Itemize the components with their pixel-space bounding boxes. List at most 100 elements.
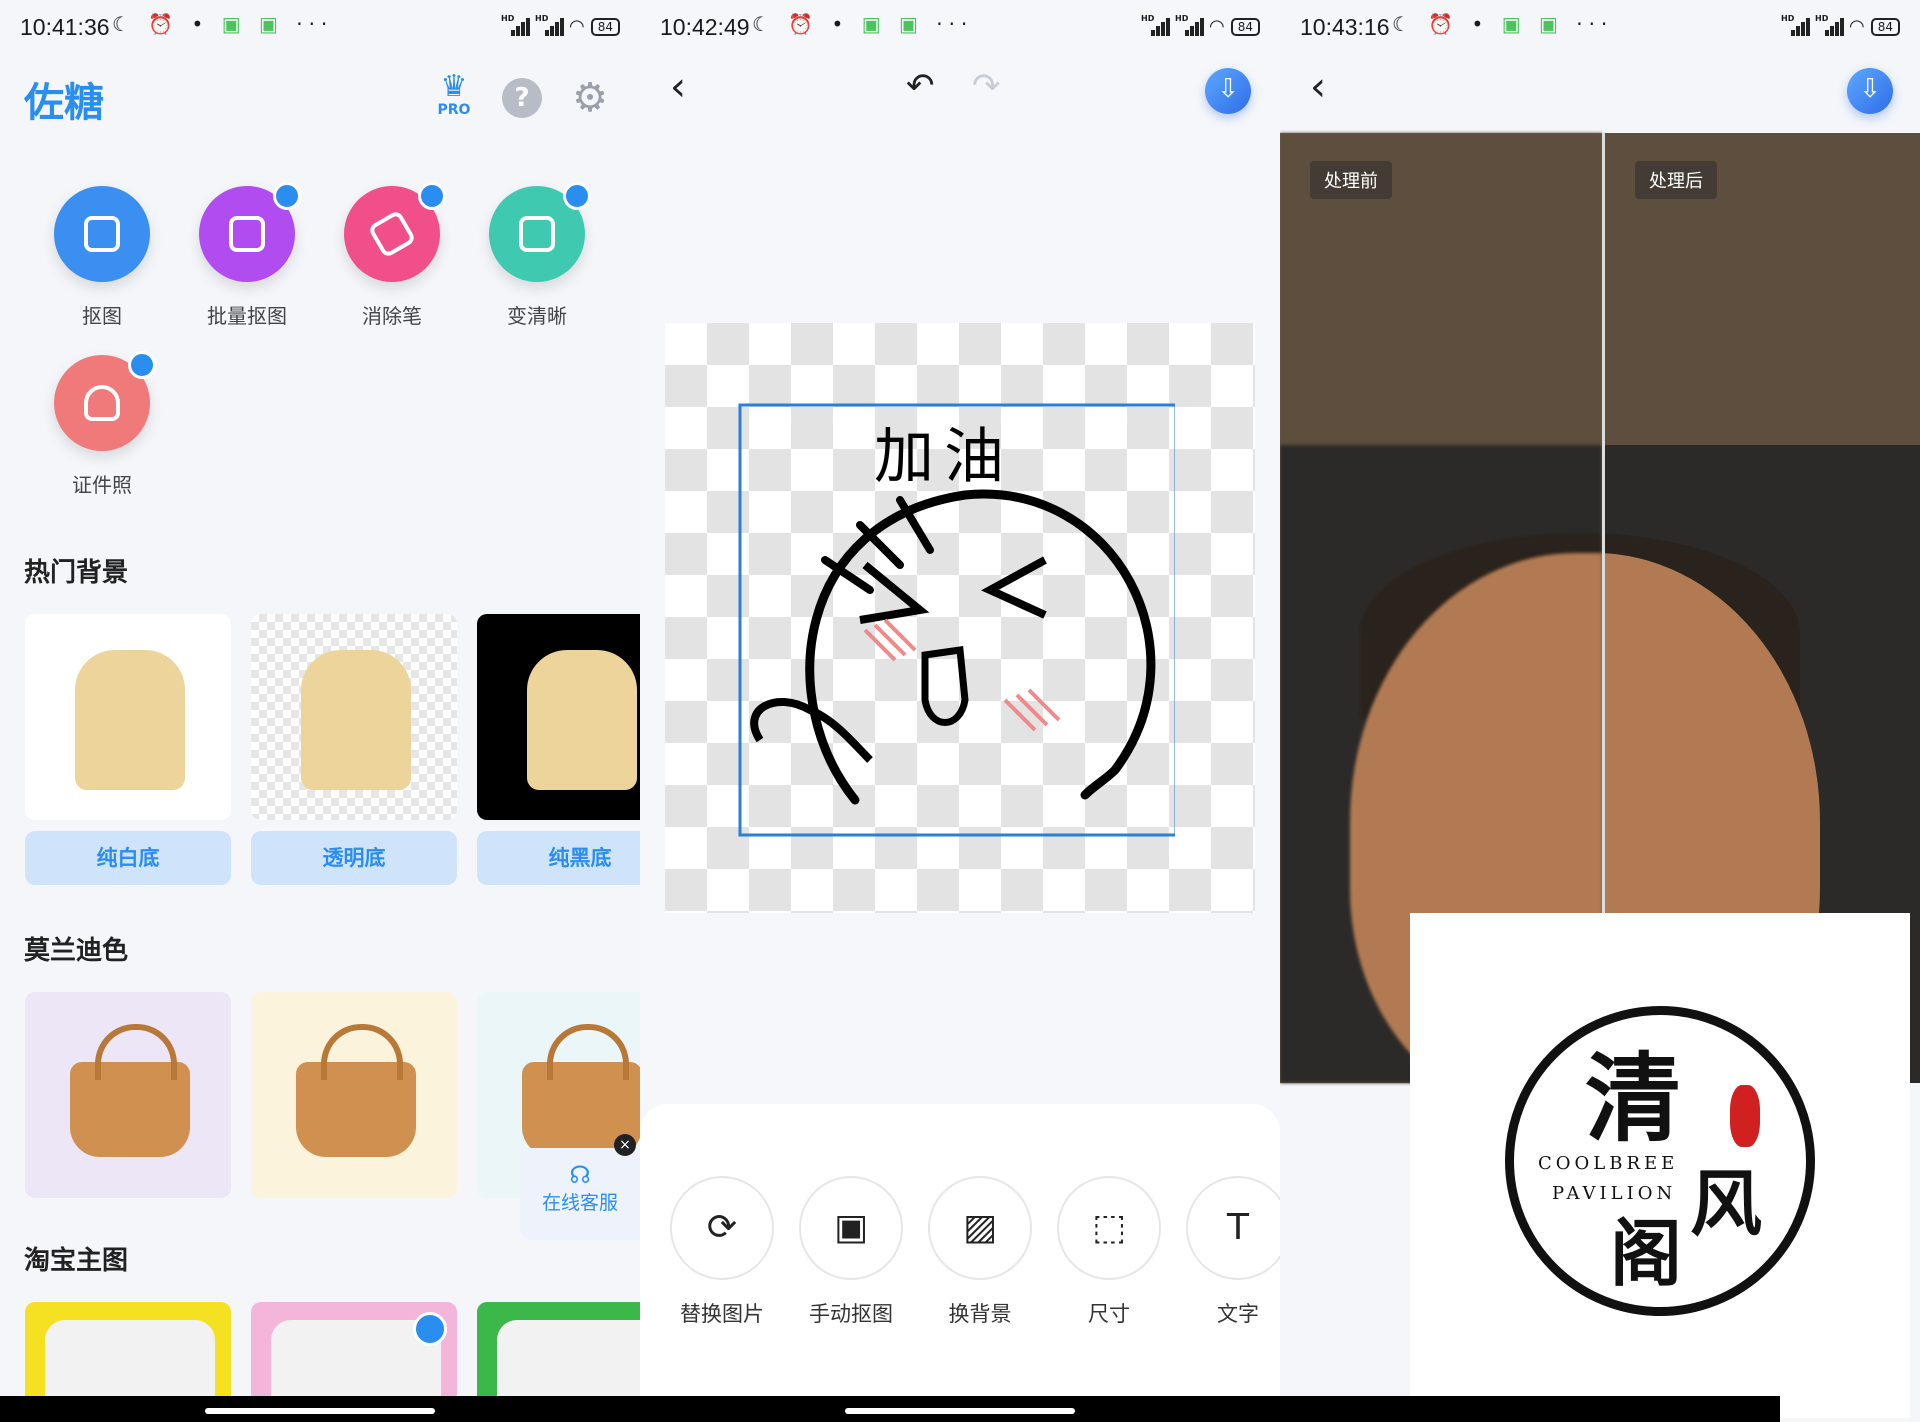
- watermark-char: 风: [1690, 1161, 1763, 1246]
- enhance-icon: [489, 182, 591, 282]
- home-indicator: [1280, 1396, 1780, 1422]
- headset-icon: ☊: [569, 1161, 591, 1189]
- customer-service-button[interactable]: × ☊ 在线客服: [520, 1134, 640, 1240]
- crop-icon: ⬚: [1057, 1176, 1161, 1280]
- crown-badge-icon: [563, 182, 591, 210]
- tool-batch-cutout[interactable]: 批量抠图: [177, 182, 317, 329]
- crown-badge-icon: [413, 1312, 447, 1346]
- hoodie-image: [527, 650, 637, 790]
- text-icon: T: [1186, 1176, 1280, 1280]
- status-bar: 10:43:16 ☾ ⏰ • ▣ ▣ ··· HD HD ◠ 84: [1280, 0, 1920, 56]
- download-icon[interactable]: [1205, 68, 1251, 114]
- close-icon[interactable]: ×: [614, 1134, 636, 1156]
- basket-image: [296, 1024, 416, 1157]
- status-bar: 10:41:36 ☾ ⏰ • ▣ ▣ ··· HD HD ◠ 84: [0, 0, 640, 56]
- bg-card-transparent[interactable]: [251, 614, 457, 820]
- back-chevron-icon[interactable]: ‹: [670, 64, 686, 110]
- bg-option-transparent[interactable]: 透明底: [251, 831, 457, 885]
- compare-screen: 10:43:16 ☾ ⏰ • ▣ ▣ ··· HD HD ◠ 84 ‹ 处理前 …: [1280, 0, 1920, 1422]
- download-icon[interactable]: [1847, 68, 1893, 114]
- back-chevron-icon[interactable]: ‹: [1310, 64, 1326, 110]
- section-morandi: 莫兰迪色: [24, 936, 129, 966]
- pattern-icon: ▨: [928, 1176, 1032, 1280]
- wifi-icon: ◠: [569, 16, 585, 37]
- status-time: 10:42:49: [660, 14, 750, 40]
- tool-manual-cutout[interactable]: ▣ 手动抠图: [799, 1176, 903, 1328]
- signal-icon: HD: [535, 14, 564, 36]
- section-hot-backgrounds: 热门背景: [24, 558, 129, 588]
- redo-icon[interactable]: ↷: [972, 66, 1001, 106]
- watermark-en-1: COOLBREE: [1538, 1153, 1679, 1174]
- morandi-card[interactable]: [251, 992, 457, 1198]
- tool-cutout[interactable]: 抠图: [32, 186, 172, 329]
- status-bar: 10:42:49 ☾ ⏰ • ▣ ▣ ··· HD HD ◠ 84: [640, 0, 1280, 56]
- red-seal: [1730, 1085, 1760, 1147]
- tool-label: 换背景: [948, 1302, 1012, 1326]
- crown-badge-icon: [273, 182, 301, 210]
- status-right: HD HD ◠ 84: [1141, 14, 1260, 37]
- home-indicator: [0, 1396, 640, 1422]
- batch-cutout-icon: [199, 182, 301, 282]
- section-taobao: 淘宝主图: [24, 1246, 129, 1276]
- customer-service-label: 在线客服: [541, 1192, 618, 1214]
- wifi-icon: ◠: [1849, 16, 1865, 37]
- bg-option-black[interactable]: 纯黑底: [477, 831, 640, 885]
- undo-icon[interactable]: ↶: [906, 66, 935, 106]
- signal-icon: HD: [1781, 14, 1810, 36]
- crown-icon: ♛: [440, 69, 468, 104]
- editor-screen: 10:42:49 ☾ ⏰ • ▣ ▣ ··· HD HD ◠ 84 ‹ ↶ ↷ …: [640, 0, 1280, 1422]
- basket-image: [70, 1024, 190, 1157]
- home-screen: 10:41:36 ☾ ⏰ • ▣ ▣ ··· HD HD ◠ 84 佐糖 ♛ P…: [0, 0, 640, 1422]
- tool-size[interactable]: ⬚ 尺寸: [1057, 1176, 1161, 1328]
- tool-enhance[interactable]: 变清晰: [467, 182, 607, 329]
- cutout-icon: [54, 186, 150, 282]
- tool-id-photo[interactable]: 证件照: [32, 351, 172, 498]
- home-indicator: [640, 1396, 1280, 1422]
- signal-icon: HD: [1175, 14, 1204, 36]
- tool-text[interactable]: T 文字: [1186, 1176, 1280, 1328]
- signal-icon: HD: [501, 14, 530, 36]
- pro-label: PRO: [437, 102, 471, 118]
- after-label: 处理后: [1635, 161, 1717, 199]
- tool-label: 文字: [1217, 1302, 1259, 1326]
- tool-label: 尺寸: [1088, 1302, 1130, 1326]
- refresh-icon: ⟳: [670, 1176, 774, 1280]
- watermark-logo: 清 COOLBREE 风 PAVILION 阁: [1410, 913, 1910, 1418]
- pro-button[interactable]: ♛ PRO: [430, 72, 478, 120]
- tool-label: 消除笔: [362, 304, 422, 328]
- id-photo-icon: [54, 351, 156, 451]
- battery-indicator: 84: [590, 17, 620, 36]
- bg-card-black[interactable]: [477, 614, 640, 820]
- bg-option-white[interactable]: 纯白底: [25, 831, 231, 885]
- bg-card-white[interactable]: [25, 614, 231, 820]
- watermark-char: 清: [1585, 1042, 1681, 1155]
- settings-gear-icon[interactable]: ⚙: [570, 78, 610, 118]
- before-label: 处理前: [1310, 161, 1392, 199]
- battery-indicator: 84: [1870, 17, 1900, 36]
- tool-label: 手动抠图: [809, 1302, 893, 1326]
- status-time: 10:43:16: [1300, 14, 1390, 40]
- sticker-text: 加油: [874, 422, 1014, 492]
- signal-icon: HD: [1141, 14, 1170, 36]
- tool-label: 证件照: [72, 473, 132, 497]
- morandi-card[interactable]: [25, 992, 231, 1198]
- signal-icon: HD: [1815, 14, 1844, 36]
- tshirt-image: [45, 1320, 215, 1400]
- help-icon[interactable]: ?: [502, 78, 542, 118]
- watermark-char: 阁: [1610, 1211, 1683, 1296]
- tool-label: 批量抠图: [207, 304, 287, 328]
- status-right: HD HD ◠ 84: [1781, 14, 1900, 37]
- tool-change-bg[interactable]: ▨ 换背景: [928, 1176, 1032, 1328]
- image-icon: ▣: [799, 1176, 903, 1280]
- tool-eraser[interactable]: 消除笔: [322, 182, 462, 329]
- crown-badge-icon: [418, 182, 446, 210]
- status-icons: ☾ ⏰ • ▣ ▣ ···: [1392, 12, 1614, 36]
- tool-label: 替换图片: [680, 1302, 764, 1326]
- battery-indicator: 84: [1230, 17, 1260, 36]
- crown-badge-icon: [128, 351, 156, 379]
- tshirt-image: [497, 1320, 640, 1400]
- tool-label: 抠图: [82, 304, 122, 328]
- tool-replace-image[interactable]: ⟳ 替换图片: [670, 1176, 774, 1328]
- eraser-icon: [344, 182, 446, 282]
- tool-label: 变清晰: [507, 304, 567, 328]
